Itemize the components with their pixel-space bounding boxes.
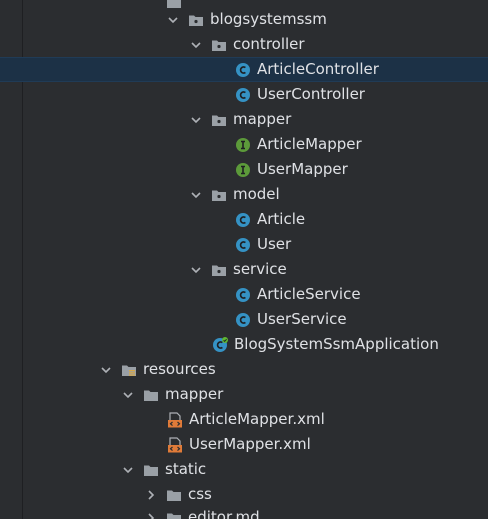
tree-item-model[interactable]: model — [0, 182, 488, 207]
tree-item-label: editor.md — [188, 508, 260, 519]
tree-item-label: ArticleController — [257, 60, 379, 78]
tree-item-article-service[interactable]: ArticleService — [0, 282, 488, 307]
folder-icon — [143, 387, 159, 403]
chevron-right-icon[interactable] — [145, 512, 157, 519]
chevron-down-icon[interactable] — [122, 389, 134, 401]
tree-item-label: controller — [233, 35, 305, 53]
tree-item-label: mapper — [233, 110, 292, 128]
package-folder-icon — [211, 112, 227, 128]
tree-item-label: css — [188, 485, 212, 503]
interface-icon — [235, 137, 251, 153]
tree-item-label: ArticleMapper.xml — [189, 410, 325, 428]
tree-item-controller[interactable]: controller — [0, 32, 488, 57]
tree-item-label: Article — [257, 210, 306, 228]
class-icon — [235, 87, 251, 103]
tree-item-label: blogsystemssm — [210, 10, 327, 28]
tree-item-label: UserMapper — [257, 160, 348, 178]
package-folder-icon — [188, 12, 204, 28]
tree-item-article[interactable]: Article — [0, 207, 488, 232]
tree-item-service[interactable]: service — [0, 257, 488, 282]
tree-item-user-mapper[interactable]: UserMapper — [0, 157, 488, 182]
tree-item-user-controller[interactable]: UserController — [0, 82, 488, 107]
tree-item-css[interactable]: css — [0, 482, 488, 507]
interface-icon — [235, 162, 251, 178]
class-icon — [235, 62, 251, 78]
tree-item-label: service — [233, 260, 287, 278]
class-icon — [235, 212, 251, 228]
folder-icon — [143, 462, 159, 478]
tree-item-label: UserController — [257, 85, 365, 103]
package-folder-icon — [211, 37, 227, 53]
xml-file-icon — [167, 436, 183, 453]
class-icon — [235, 237, 251, 253]
tree-item-label: resources — [143, 360, 216, 378]
chevron-down-icon[interactable] — [167, 14, 179, 26]
spring-boot-class-icon — [212, 336, 228, 353]
tree-item-editor-md[interactable]: editor.md — [0, 505, 488, 519]
package-folder-icon — [211, 262, 227, 278]
tree-item-article-mapper-xml[interactable]: ArticleMapper.xml — [0, 407, 488, 432]
tree-item-label: UserService — [257, 310, 347, 328]
tree-item-static[interactable]: static — [0, 457, 488, 482]
tree-item-label: ArticleMapper — [257, 135, 362, 153]
tree-item-label: ArticleService — [257, 285, 361, 303]
folder-icon — [166, 487, 182, 503]
xml-file-icon — [167, 411, 183, 428]
tree-item-mapper-folder[interactable]: mapper — [0, 382, 488, 407]
chevron-down-icon[interactable] — [190, 39, 202, 51]
resources-folder-icon — [121, 362, 137, 378]
tree-item-resources[interactable]: resources — [0, 357, 488, 382]
tree-item-article-controller[interactable]: ArticleController — [0, 57, 488, 82]
project-tree[interactable]: blogsystemssm controller ArticleControll… — [0, 0, 488, 519]
tree-item-mapper-package[interactable]: mapper — [0, 107, 488, 132]
chevron-down-icon[interactable] — [190, 264, 202, 276]
class-icon — [235, 287, 251, 303]
tree-item-label: BlogSystemSsmApplication — [234, 335, 439, 353]
class-icon — [235, 312, 251, 328]
tree-item-user-mapper-xml[interactable]: UserMapper.xml — [0, 432, 488, 457]
tree-item-label: model — [233, 185, 280, 203]
tree-item-label: User — [257, 235, 292, 253]
chevron-right-icon[interactable] — [145, 489, 157, 501]
chevron-down-icon[interactable] — [190, 189, 202, 201]
chevron-down-icon[interactable] — [190, 114, 202, 126]
folder-icon — [166, 510, 182, 519]
package-folder-icon — [211, 187, 227, 203]
tree-item-label: static — [165, 460, 207, 478]
tree-item-user-service[interactable]: UserService — [0, 307, 488, 332]
tree-item-label: mapper — [165, 385, 224, 403]
tree-item-blog-system-ssm-application[interactable]: BlogSystemSsmApplication — [0, 332, 488, 357]
tree-item-blogsystemssm[interactable]: blogsystemssm — [0, 7, 488, 32]
chevron-down-icon[interactable] — [122, 464, 134, 476]
tree-item-label: UserMapper.xml — [189, 435, 311, 453]
tree-item-user[interactable]: User — [0, 232, 488, 257]
tree-item-article-mapper[interactable]: ArticleMapper — [0, 132, 488, 157]
chevron-down-icon[interactable] — [100, 364, 112, 376]
